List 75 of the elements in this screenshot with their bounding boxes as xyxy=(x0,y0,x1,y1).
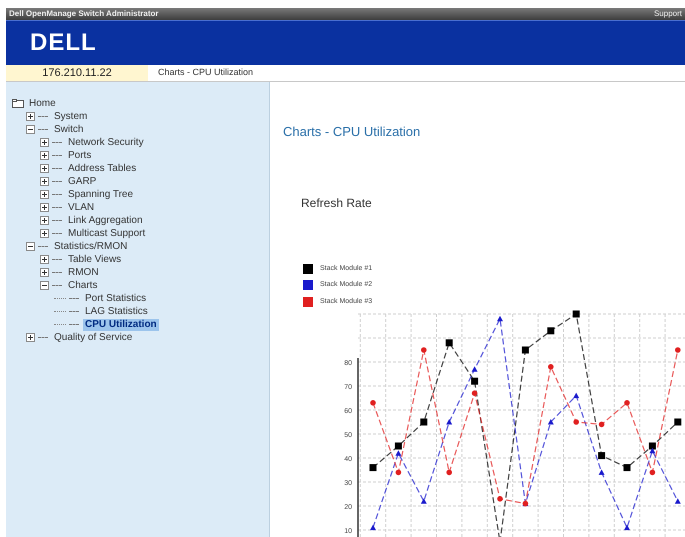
data-point xyxy=(472,390,478,396)
data-point xyxy=(674,498,681,504)
data-point xyxy=(396,470,402,476)
refresh-rate-label: Refresh Rate xyxy=(301,194,373,212)
data-point xyxy=(522,346,529,354)
data-point xyxy=(420,418,428,426)
tree-item[interactable]: LAG Statistics xyxy=(83,306,150,318)
support-link[interactable]: Support xyxy=(654,9,682,19)
collapse-icon[interactable] xyxy=(26,242,35,251)
data-point xyxy=(674,418,682,426)
tree-item[interactable]: Link Aggregation xyxy=(66,214,145,226)
breadcrumb: Charts - CPU Utilization xyxy=(158,66,254,80)
data-point xyxy=(573,419,579,425)
data-point xyxy=(421,347,427,353)
data-point xyxy=(573,392,580,398)
data-point xyxy=(446,470,452,476)
expand-icon[interactable] xyxy=(26,333,35,342)
tree-item[interactable]: Table Views xyxy=(66,254,124,266)
ip-address: 176.210.11.22 xyxy=(42,66,112,81)
tree-item[interactable]: RMON xyxy=(66,266,101,278)
data-point xyxy=(624,524,630,530)
data-point xyxy=(548,364,554,370)
data-point xyxy=(446,339,453,346)
data-point xyxy=(572,310,580,318)
tree-item[interactable]: Spanning Tree xyxy=(66,188,136,200)
data-point xyxy=(598,469,605,475)
logo: DELL xyxy=(30,31,97,55)
tree-item[interactable]: Home xyxy=(27,98,58,110)
data-point xyxy=(471,378,478,385)
data-point xyxy=(497,316,503,322)
data-point xyxy=(522,500,528,506)
tree-item[interactable]: System xyxy=(52,110,90,122)
expand-icon[interactable] xyxy=(40,138,49,147)
page-title: Charts - CPU Utilization xyxy=(283,123,422,141)
data-point xyxy=(446,419,452,424)
data-point xyxy=(547,327,554,334)
expand-icon[interactable] xyxy=(40,255,49,264)
expand-icon[interactable] xyxy=(40,203,49,212)
tree-item[interactable]: GARP xyxy=(66,176,98,188)
tree-item[interactable]: Network Security xyxy=(66,136,146,148)
tree-item[interactable]: VLAN xyxy=(66,202,96,214)
expand-icon[interactable] xyxy=(40,216,49,225)
data-point xyxy=(370,400,376,406)
tree-item[interactable]: Charts xyxy=(66,280,100,292)
tree-item[interactable]: Multicast Support xyxy=(66,228,148,240)
data-point xyxy=(675,347,681,353)
data-point xyxy=(472,366,478,372)
data-point xyxy=(497,496,503,502)
tree-item[interactable]: Statistics/RMON xyxy=(52,240,130,252)
data-point xyxy=(624,464,630,472)
expand-icon[interactable] xyxy=(40,268,49,277)
data-point xyxy=(420,498,427,504)
tree-item[interactable]: Address Tables xyxy=(66,162,138,174)
tree-item[interactable]: Switch xyxy=(52,124,86,136)
data-point xyxy=(370,524,376,530)
expand-icon[interactable] xyxy=(40,229,49,238)
data-point xyxy=(548,419,554,424)
data-point xyxy=(370,464,376,472)
tree-item[interactable]: Port Statistics xyxy=(83,292,148,304)
collapse-icon[interactable] xyxy=(40,281,49,290)
tree-item[interactable]: Ports xyxy=(66,150,94,162)
collapse-icon[interactable] xyxy=(26,125,35,134)
data-point xyxy=(598,452,606,460)
folder-icon xyxy=(12,99,24,108)
expand-icon[interactable] xyxy=(40,164,49,173)
data-point xyxy=(598,422,604,428)
expand-icon[interactable] xyxy=(40,151,49,160)
tree-item[interactable]: CPU Utilization xyxy=(83,318,159,330)
expand-icon[interactable] xyxy=(40,177,49,186)
data-point xyxy=(624,400,630,406)
tree-item[interactable]: Quality of Service xyxy=(52,332,134,344)
data-point xyxy=(650,470,656,476)
expand-icon[interactable] xyxy=(26,112,35,121)
expand-icon[interactable] xyxy=(40,190,49,199)
app-title: Dell OpenManage Switch Administrator xyxy=(9,9,159,19)
